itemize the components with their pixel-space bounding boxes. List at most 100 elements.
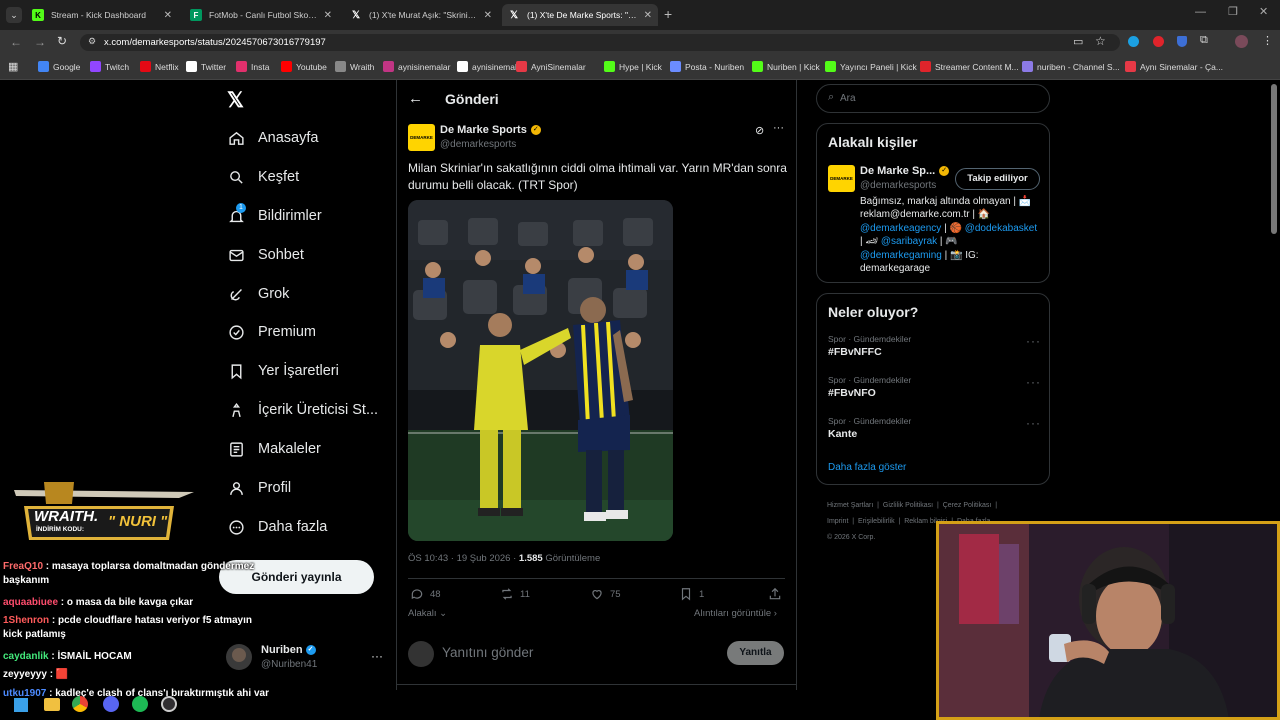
sidebar-item[interactable]: Profil: [227, 476, 291, 500]
cast-icon[interactable]: ▭: [1073, 35, 1083, 48]
post-image[interactable]: [408, 200, 673, 541]
grok-explain-icon[interactable]: ⊘: [755, 124, 764, 137]
author-handle[interactable]: @demarkesports: [440, 139, 516, 150]
chat-message: aquaabiuee : o masa da bile kavga çıkar: [3, 597, 194, 608]
bookmark-item[interactable]: Yayıncı Paneli | Kick: [825, 61, 917, 72]
divider: [408, 578, 785, 579]
sidebar-item[interactable]: 1 Bildirimler: [227, 203, 322, 228]
star-icon[interactable]: ☆: [1095, 34, 1106, 48]
sidebar-item[interactable]: Sohbet: [227, 243, 304, 267]
trend-more-icon[interactable]: ···: [1026, 375, 1041, 389]
relevance-sort-dropdown[interactable]: Alakalı ⌄: [408, 608, 447, 619]
account-more-icon[interactable]: ···: [371, 649, 383, 663]
bookmark-item[interactable]: Twitter: [186, 61, 226, 72]
reply-submit-button[interactable]: Yanıtla: [727, 641, 784, 665]
back-icon[interactable]: ←: [10, 35, 22, 49]
banner-code-label: İNDİRİM KODU:: [36, 526, 85, 533]
minimize-icon[interactable]: —: [1195, 6, 1206, 18]
trend-item[interactable]: Spor · Gündemdekiler Kante ···: [828, 416, 1040, 446]
forward-icon[interactable]: →: [34, 35, 46, 49]
bookmark-item[interactable]: Posta - Nuriben: [670, 61, 744, 72]
bookmark-item[interactable]: aynisinemalar: [383, 61, 450, 72]
author-name[interactable]: De Marke Sports: [440, 124, 527, 136]
verified-badge-icon: ✓: [530, 125, 541, 135]
like-button[interactable]: 75: [590, 587, 621, 601]
browser-menu-icon[interactable]: ⋮: [1262, 34, 1273, 47]
x-logo-icon[interactable]: 𝕏: [227, 88, 244, 113]
file-explorer-icon[interactable]: [44, 698, 60, 711]
bookmark-item[interactable]: AyniSinemalar: [516, 61, 586, 72]
back-arrow-icon[interactable]: ←: [408, 90, 423, 107]
following-button[interactable]: Takip ediliyor: [955, 168, 1040, 190]
chrome-icon[interactable]: [72, 696, 88, 712]
url-input[interactable]: x.com/demarkesports/status/2024570673016…: [80, 34, 1120, 51]
trend-more-icon[interactable]: ···: [1026, 334, 1041, 348]
tab-search-button[interactable]: ⌄: [6, 7, 22, 23]
bookmark-item[interactable]: Hype | Kick: [604, 61, 662, 72]
sidebar-item[interactable]: Grok: [227, 282, 289, 306]
extension-icon[interactable]: [1177, 36, 1187, 47]
close-tab-icon[interactable]: ✕: [318, 10, 332, 21]
discord-icon[interactable]: [103, 696, 119, 712]
extensions-puzzle-icon[interactable]: ⧉: [1200, 34, 1208, 47]
sidebar-item[interactable]: Daha fazla: [227, 515, 327, 539]
show-more-link[interactable]: Daha fazla göster: [828, 462, 906, 473]
x-logo-icon: 𝕏: [351, 9, 361, 21]
person-name[interactable]: De Marke Sp...: [860, 165, 935, 177]
extension-icon[interactable]: [1153, 36, 1164, 47]
sidebar-item[interactable]: Yer İşaretleri: [227, 359, 339, 383]
articles-icon: [227, 440, 245, 458]
profile-avatar[interactable]: [1235, 35, 1248, 48]
restore-icon[interactable]: ❐: [1228, 5, 1238, 18]
browser-tab[interactable]: 𝕏 (1) X'te Murat Aşık: "Skriniar ay ✕: [344, 4, 498, 26]
bookmark-item[interactable]: Aynı Sinemalar - Ça...: [1125, 61, 1223, 72]
close-window-icon[interactable]: ✕: [1259, 5, 1268, 18]
bookmark-favicon-icon: [281, 61, 292, 72]
spotify-icon[interactable]: [132, 696, 148, 712]
bookmark-item[interactable]: Youtube: [281, 61, 327, 72]
bookmark-item[interactable]: nuriben - Channel S...: [1022, 61, 1120, 72]
bookmark-item[interactable]: Netflix: [140, 61, 179, 72]
sidebar-item[interactable]: Makaleler: [227, 437, 321, 461]
bookmark-item[interactable]: aynisinemalar: [457, 61, 524, 72]
browser-tab-active[interactable]: 𝕏 (1) X'te De Marke Sports: "Milan ✕: [502, 4, 658, 26]
reply-button[interactable]: 48: [410, 587, 441, 601]
author-avatar[interactable]: DEMARKE: [408, 124, 435, 151]
close-tab-icon[interactable]: ✕: [638, 10, 652, 21]
trend-item[interactable]: Spor · Gündemdekiler #FBvNFO ···: [828, 375, 1040, 405]
bookmark-item[interactable]: Google: [38, 61, 80, 72]
sidebar-item[interactable]: İçerik Üreticisi St...: [227, 398, 378, 422]
search-icon: [227, 168, 245, 186]
sidebar-item[interactable]: Premium: [227, 320, 316, 344]
bookmark-button[interactable]: 1: [679, 587, 704, 601]
sidebar-item[interactable]: Anasayfa: [227, 126, 318, 150]
repost-button[interactable]: 11: [500, 587, 530, 601]
page-scrollbar[interactable]: [1271, 84, 1277, 234]
trend-item[interactable]: Spor · Gündemdekiler #FBvNFFC ···: [828, 334, 1040, 364]
post-more-icon[interactable]: ···: [773, 122, 784, 134]
bookmark-item[interactable]: Streamer Content M...: [920, 61, 1019, 72]
share-icon[interactable]: [768, 587, 782, 606]
obs-icon[interactable]: [161, 696, 177, 712]
sidebar-item[interactable]: Keşfet: [227, 165, 299, 189]
browser-tab[interactable]: F FotMob - Canlı Futbol Skorlan ✕: [184, 4, 338, 26]
site-info-icon[interactable]: ⚙: [88, 36, 96, 47]
close-tab-icon[interactable]: ✕: [158, 10, 172, 21]
close-tab-icon[interactable]: ✕: [478, 10, 492, 21]
person-avatar[interactable]: DEMARKE: [828, 165, 855, 192]
bookmark-item[interactable]: Insta: [236, 61, 269, 72]
reply-input[interactable]: Yanıtını gönder: [442, 645, 712, 660]
new-tab-icon[interactable]: +: [664, 6, 672, 22]
divider: [397, 684, 796, 685]
view-quotes-link[interactable]: Alıntıları görüntüle ›: [694, 608, 777, 619]
bookmark-item[interactable]: Nuriben | Kick: [752, 61, 820, 72]
extension-icon[interactable]: [1128, 36, 1139, 47]
bookmark-item[interactable]: Twitch: [90, 61, 129, 72]
browser-tab[interactable]: K Stream - Kick Dashboard ✕: [26, 4, 178, 26]
windows-start-icon[interactable]: [14, 698, 28, 712]
bookmark-item[interactable]: Wraith: [335, 61, 374, 72]
apps-grid-icon[interactable]: ▦: [8, 60, 18, 73]
reload-icon[interactable]: ↻: [57, 34, 67, 48]
trend-more-icon[interactable]: ···: [1026, 416, 1041, 430]
search-input[interactable]: ⌕ Ara: [816, 84, 1050, 113]
